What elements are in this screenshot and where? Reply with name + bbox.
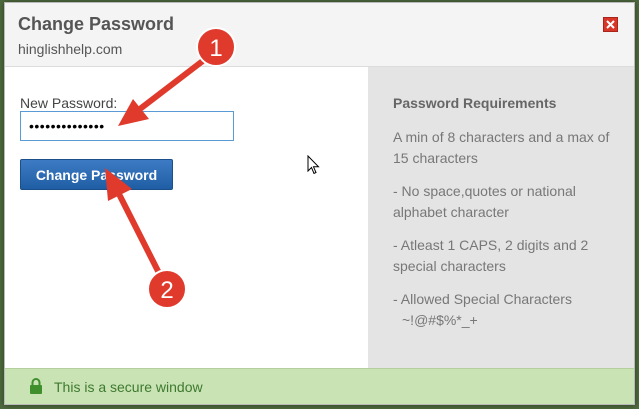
requirement-length: A min of 8 characters and a max of 15 ch…	[393, 129, 610, 166]
dialog-subtitle: hinglishhelp.com	[18, 41, 123, 57]
dialog-title: Change Password	[18, 14, 175, 34]
allowed-special-characters: ~!@#$%*_+	[402, 312, 478, 328]
requirement-special-chars: - Allowed Special Characters ~!@#$%*_+	[393, 289, 623, 331]
new-password-input[interactable]	[20, 111, 234, 141]
new-password-label: New Password:	[20, 95, 118, 111]
cursor-icon	[307, 155, 320, 175]
password-requirements-panel: Password Requirements A min of 8 charact…	[368, 67, 634, 368]
change-password-button[interactable]: Change Password	[20, 159, 173, 190]
requirements-title: Password Requirements	[393, 95, 557, 111]
requirement-special-label: - Allowed Special Characters	[393, 291, 572, 307]
requirements-list: A min of 8 characters and a max of 15 ch…	[393, 127, 623, 343]
change-password-dialog: Change Password hinglishhelp.com New Pas…	[4, 2, 635, 405]
secure-window-text: This is a secure window	[54, 379, 203, 395]
dialog-header: Change Password hinglishhelp.com	[5, 3, 634, 67]
close-button[interactable]	[603, 17, 618, 32]
requirement-no-space: - No space,quotes or national alphabet c…	[393, 183, 576, 220]
secure-window-footer: This is a secure window	[5, 368, 634, 404]
close-icon	[606, 20, 615, 29]
lock-icon	[30, 378, 42, 394]
password-form: New Password: Change Password	[5, 67, 368, 368]
requirement-caps-digits: - Atleast 1 CAPS, 2 digits and 2 special…	[393, 237, 589, 274]
